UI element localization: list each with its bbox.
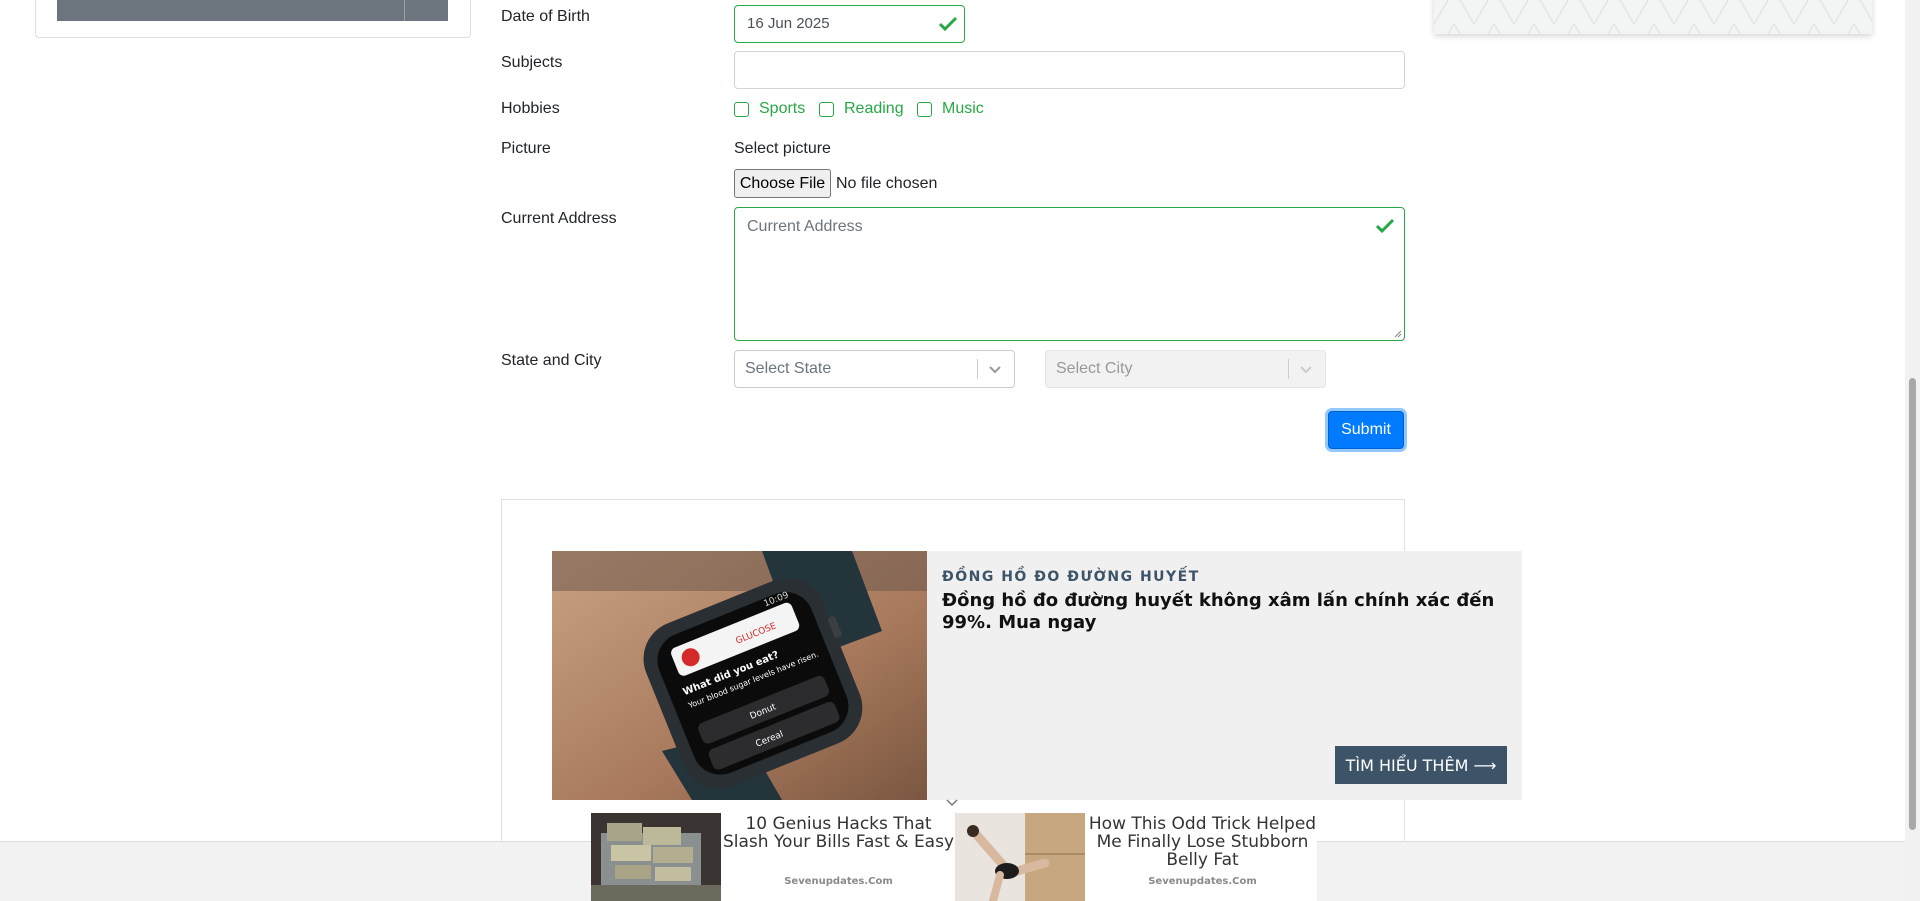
divider <box>1288 359 1289 379</box>
divider <box>404 0 405 21</box>
file-status: No file chosen <box>836 175 938 192</box>
money-box-image <box>591 813 721 901</box>
check-icon <box>938 16 958 32</box>
native-ad-2-source: Sevenupdates.Com <box>1148 876 1257 887</box>
collapse-ad-chevron-icon[interactable] <box>945 797 959 807</box>
checkbox[interactable] <box>819 101 834 117</box>
pattern-graphic <box>1434 0 1872 34</box>
check-icon <box>1375 218 1395 234</box>
hobby-music-label: Music <box>942 100 984 117</box>
sidebar-collapsed-group[interactable] <box>57 0 448 21</box>
address-label: Current Address <box>501 210 617 227</box>
workout-image <box>955 813 1085 901</box>
select-picture-label: Select picture <box>734 140 831 157</box>
native-ad-1-title[interactable]: 10 Genius Hacks That Slash Your Bills Fa… <box>721 815 956 851</box>
hobby-sports-checkbox[interactable]: Sports <box>734 100 805 118</box>
ad-image[interactable]: GLUCOSE 10:09 What did you eat? Your blo… <box>552 551 927 800</box>
hobby-sports-label: Sports <box>759 100 806 117</box>
native-ad-1[interactable]: 10 Genius Hacks That Slash Your Bills Fa… <box>591 813 956 901</box>
smartwatch-image: GLUCOSE 10:09 What did you eat? Your blo… <box>552 551 927 800</box>
native-ad-2-image[interactable] <box>955 813 1085 901</box>
hobby-reading-label: Reading <box>844 100 904 117</box>
subjects-input[interactable] <box>734 51 1405 89</box>
subjects-label: Subjects <box>501 54 563 71</box>
checkbox[interactable] <box>917 101 932 117</box>
state-city-label: State and City <box>501 352 602 369</box>
hobby-reading-checkbox[interactable]: Reading <box>819 100 904 118</box>
address-textarea[interactable]: Current Address <box>734 207 1405 341</box>
state-select[interactable]: Select State <box>734 350 1015 388</box>
learn-more-button[interactable]: TÌM HIỂU THÊM ⟶ <box>1335 746 1507 784</box>
city-placeholder: Select City <box>1056 360 1133 377</box>
choose-file-button[interactable]: Choose File <box>734 169 831 198</box>
dob-value: 16 Jun 2025 <box>747 15 830 32</box>
native-ad-2-title[interactable]: How This Odd Trick Helped Me Finally Los… <box>1085 815 1320 869</box>
picture-label: Picture <box>501 140 551 157</box>
page-scrollbar[interactable] <box>1905 0 1920 901</box>
native-ad-1-source: Sevenupdates.Com <box>784 876 893 887</box>
ad-headline[interactable]: Đồng hồ đo đường huyết không xâm lấn chí… <box>942 590 1512 634</box>
address-placeholder: Current Address <box>747 218 863 235</box>
ad-kicker: ĐỒNG HỒ ĐO ĐƯỜNG HUYẾT <box>942 569 1200 585</box>
sidebar-card <box>35 0 471 38</box>
display-ad[interactable]: GLUCOSE 10:09 What did you eat? Your blo… <box>552 551 1522 800</box>
divider <box>977 359 978 379</box>
chevron-down-icon <box>989 366 1001 374</box>
side-ad-banner[interactable] <box>1434 0 1872 34</box>
city-select[interactable]: Select City <box>1045 350 1326 388</box>
native-ad-2[interactable]: How This Odd Trick Helped Me Finally Los… <box>955 813 1317 901</box>
scrollbar-thumb[interactable] <box>1909 378 1916 830</box>
hobby-music-checkbox[interactable]: Music <box>917 100 984 118</box>
chevron-down-icon <box>1300 366 1312 374</box>
dob-label: Date of Birth <box>501 8 590 25</box>
hobbies-label: Hobbies <box>501 100 560 117</box>
native-ad-1-image[interactable] <box>591 813 721 901</box>
checkbox[interactable] <box>734 101 749 117</box>
submit-button[interactable]: Submit <box>1328 411 1404 449</box>
resize-handle-icon[interactable] <box>1394 330 1402 338</box>
dob-input[interactable]: 16 Jun 2025 <box>734 5 965 43</box>
state-placeholder: Select State <box>745 360 832 377</box>
